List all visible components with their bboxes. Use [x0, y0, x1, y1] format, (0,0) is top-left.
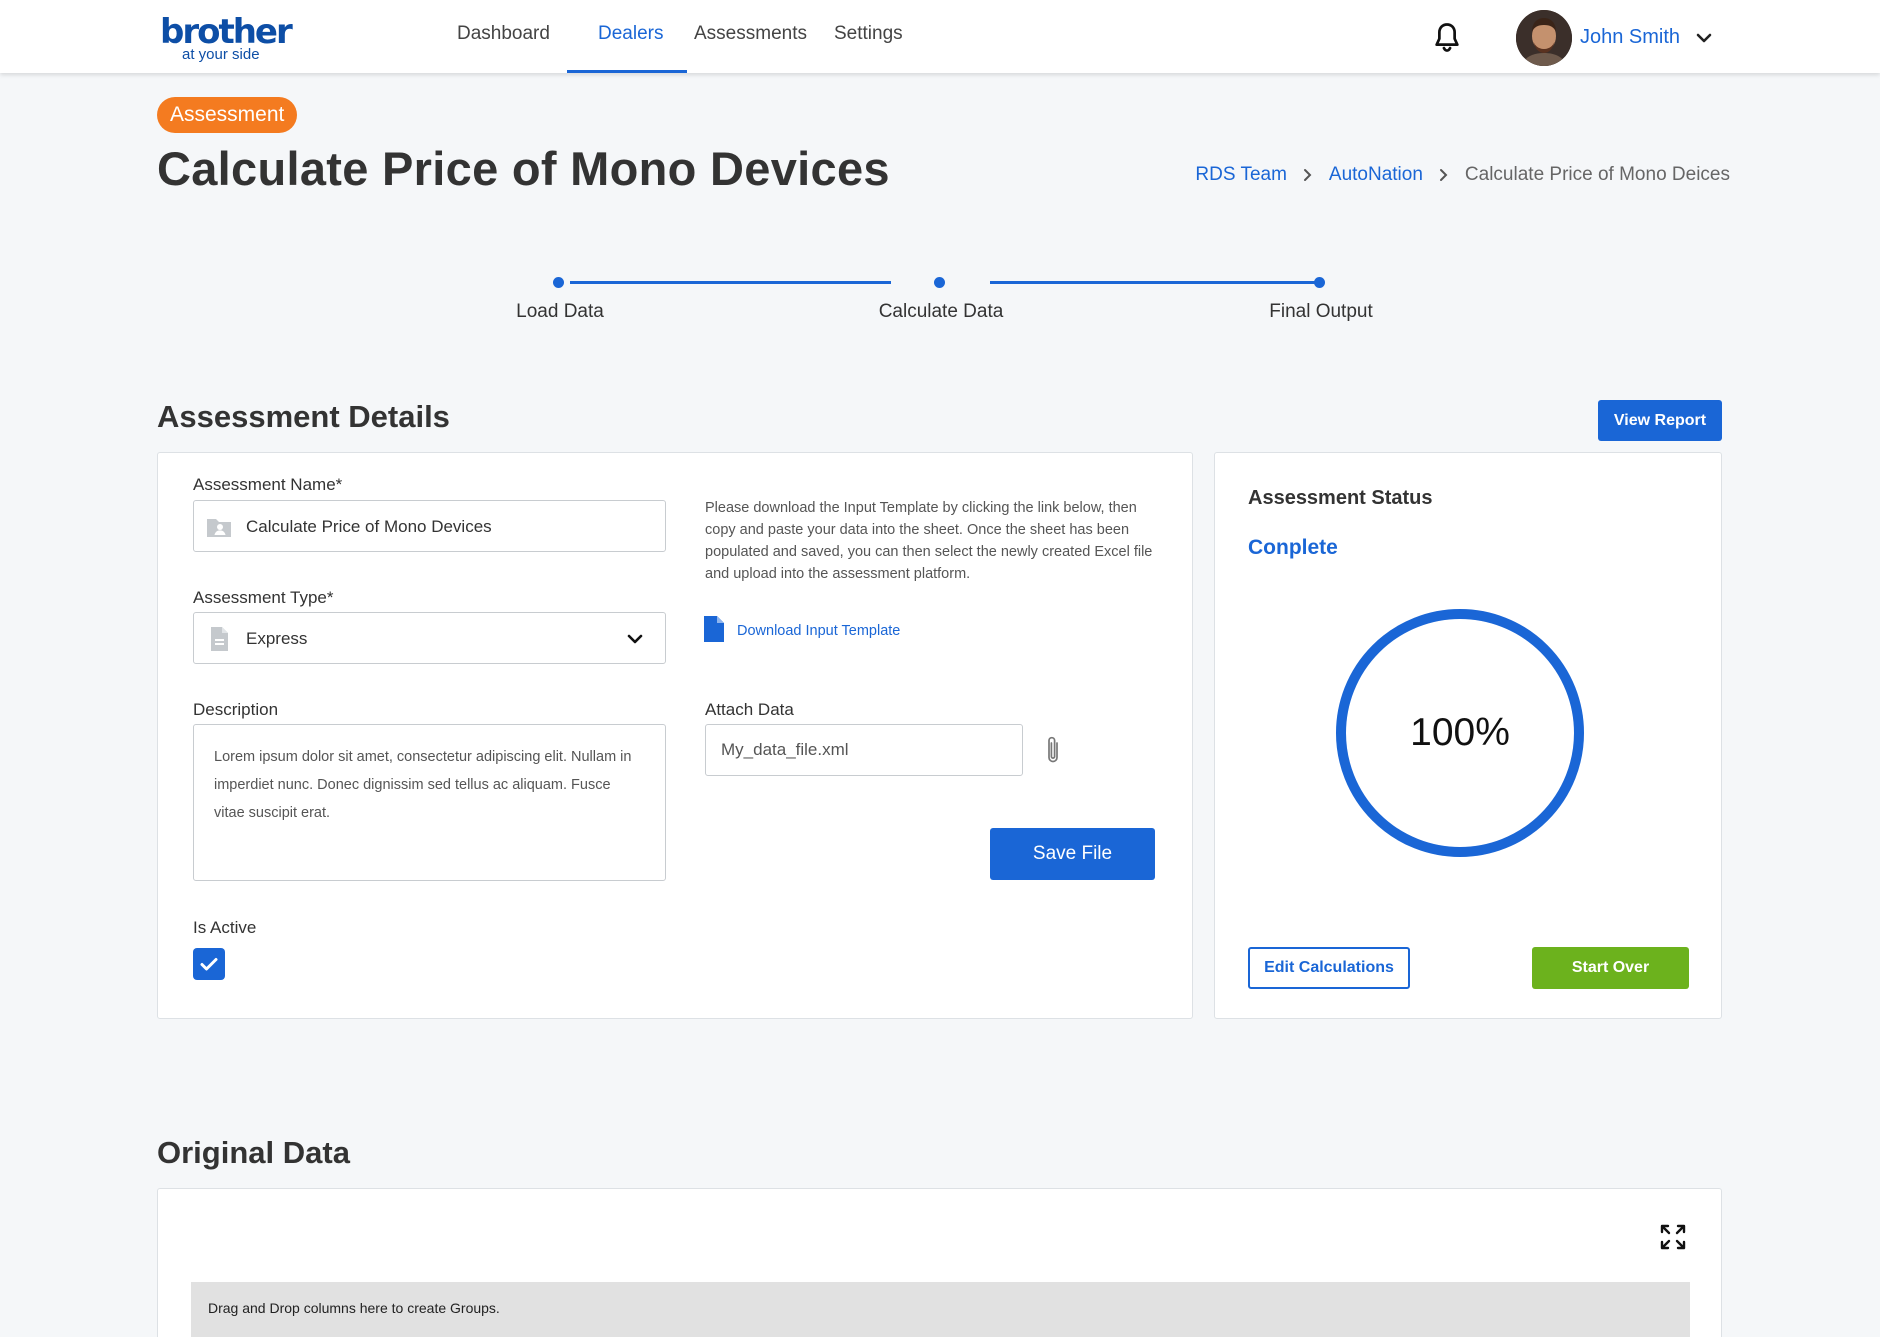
bell-icon[interactable] [1432, 22, 1462, 54]
assessment-name-label: Assessment Name* [193, 475, 343, 494]
attach-data-input[interactable] [705, 724, 1023, 776]
assessment-type-value: Express [246, 629, 308, 648]
nav-dashboard[interactable]: Dashboard [457, 22, 550, 46]
original-data-title: Original Data [157, 1135, 350, 1170]
step-label-calculate-data[interactable]: Calculate Data [879, 300, 1004, 324]
paperclip-icon[interactable] [1044, 734, 1062, 766]
assessment-status-heading: Assessment Status [1248, 487, 1433, 509]
folder-user-icon [207, 519, 231, 537]
step-dot-load-data[interactable] [553, 277, 564, 288]
checkmark-icon [200, 958, 218, 971]
active-nav-indicator [567, 70, 687, 73]
assessment-details-title: Assessment Details [157, 399, 450, 434]
download-template-link[interactable]: Download Input Template [737, 621, 900, 641]
chevron-down-icon[interactable] [1694, 28, 1714, 48]
step-dot-calculate-data[interactable] [934, 277, 945, 288]
assessment-name-value: Calculate Price of Mono Devices [246, 517, 492, 536]
logo-brand: brother [160, 12, 293, 52]
breadcrumb-autonation[interactable]: AutoNation [1329, 163, 1423, 187]
assessment-status-card: Assessment Status Conplete 100% Edit Cal… [1214, 452, 1722, 1019]
step-label-final-output[interactable]: Final Output [1269, 300, 1373, 324]
chevron-right-icon [1439, 169, 1448, 181]
user-name[interactable]: John Smith [1580, 25, 1680, 49]
start-over-button[interactable]: Start Over [1532, 947, 1689, 989]
attach-data-label: Attach Data [705, 700, 794, 719]
breadcrumb-rds-team[interactable]: RDS Team [1195, 163, 1287, 187]
edit-calculations-button[interactable]: Edit Calculations [1248, 947, 1410, 989]
step-connector [570, 281, 891, 284]
step-dot-final-output[interactable] [1314, 277, 1325, 288]
user-photo-icon [1516, 10, 1572, 66]
original-data-card: Drag and Drop columns here to create Gro… [157, 1188, 1722, 1337]
group-drop-zone[interactable]: Drag and Drop columns here to create Gro… [191, 1282, 1690, 1337]
nav-settings[interactable]: Settings [834, 22, 903, 46]
file-icon [704, 616, 724, 642]
template-instructions: Please download the Input Template by cl… [705, 500, 1153, 582]
logo-tagline: at your side [182, 46, 260, 63]
step-label-load-data[interactable]: Load Data [516, 300, 604, 324]
assessment-name-field[interactable]: Calculate Price of Mono Devices [193, 500, 666, 552]
progress-percentage: 100% [1410, 711, 1510, 754]
description-textarea[interactable]: Lorem ipsum dolor sit amet, consectetur … [193, 724, 666, 881]
expand-icon[interactable] [1659, 1223, 1687, 1251]
avatar[interactable] [1516, 10, 1572, 66]
save-file-button[interactable]: Save File [990, 828, 1155, 880]
breadcrumb: RDS Team AutoNation Calculate Price of M… [1195, 163, 1730, 187]
step-connector [990, 281, 1316, 284]
assessment-type-select[interactable]: Express [193, 612, 666, 664]
nav-assessments[interactable]: Assessments [694, 22, 807, 46]
is-active-label: Is Active [193, 918, 257, 937]
top-navbar: brother at your side Dashboard Dealers A… [0, 0, 1880, 73]
assessment-status-value: Conplete [1248, 536, 1338, 559]
brother-logo[interactable]: brother at your side [160, 12, 293, 66]
document-icon [211, 627, 228, 651]
chevron-down-icon [627, 634, 643, 644]
description-label: Description [193, 700, 279, 719]
assessment-type-label: Assessment Type* [193, 588, 334, 607]
chevron-right-icon [1303, 169, 1312, 181]
assessment-badge: Assessment [157, 97, 298, 133]
view-report-button[interactable]: View Report [1598, 400, 1722, 441]
page-title: Calculate Price of Mono Devices [157, 142, 890, 195]
is-active-checkbox[interactable] [193, 948, 225, 980]
nav-dealers[interactable]: Dealers [598, 22, 663, 46]
breadcrumb-current: Calculate Price of Mono Deices [1464, 164, 1730, 185]
assessment-details-card: Assessment Name* Calculate Price of Mono… [157, 452, 1193, 1019]
